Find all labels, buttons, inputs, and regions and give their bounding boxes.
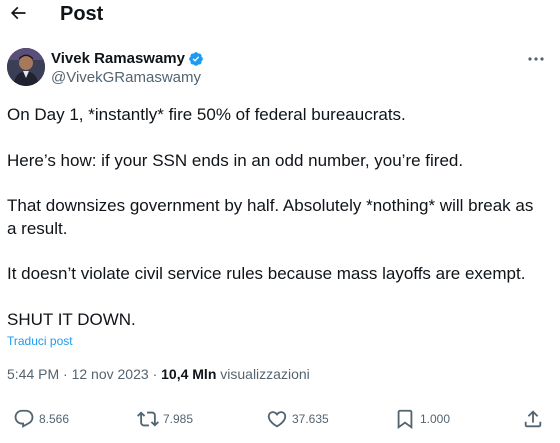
bookmark-icon [397, 409, 413, 430]
post-date[interactable]: 12 nov 2023 [72, 366, 149, 382]
like-count: 37.635 [292, 412, 329, 426]
author-handle[interactable]: @VivekGRamaswamy [51, 69, 201, 87]
reply-icon [14, 409, 34, 428]
more-options-icon[interactable] [525, 51, 547, 67]
post-paragraph: On Day 1, *instantly* fire 50% of federa… [7, 105, 406, 124]
repost-count: 7.985 [163, 412, 194, 426]
arrow-left-icon[interactable] [8, 3, 28, 23]
share-button[interactable] [522, 408, 544, 430]
meta-separator: · [63, 366, 68, 382]
views-label: visualizzazioni [220, 366, 310, 382]
post-author: Vivek Ramaswamy @VivekGRamaswamy [7, 48, 552, 92]
like-button[interactable]: 37.635 [266, 408, 329, 430]
author-display-name[interactable]: Vivek Ramaswamy [51, 50, 185, 68]
views-count: 10,4 Mln [161, 366, 217, 382]
post-paragraph: SHUT IT DOWN. [7, 310, 136, 329]
bookmark-count: 1.000 [420, 412, 451, 426]
heart-icon [267, 411, 287, 428]
post-paragraph: Here’s how: if your SSN ends in an odd n… [7, 151, 464, 170]
post-metadata: 5:44 PM · 12 nov 2023 · 10,4 Mln visuali… [7, 365, 310, 383]
repost-button[interactable]: 7.985 [137, 408, 193, 430]
verified-badge-icon [189, 52, 203, 66]
page-title: Post [60, 3, 104, 25]
reply-button[interactable]: 8.566 [13, 408, 69, 430]
repost-icon [137, 411, 159, 427]
share-icon [524, 410, 542, 428]
post-time[interactable]: 5:44 PM [7, 366, 59, 382]
meta-separator: · [152, 366, 158, 382]
translate-post-link[interactable]: Traduci post [7, 334, 73, 348]
name-row: Vivek Ramaswamy [51, 50, 204, 68]
bookmark-button[interactable]: 1.000 [394, 408, 450, 430]
avatar[interactable] [7, 48, 45, 86]
reply-count: 8.566 [39, 412, 70, 426]
post-actions-bar: 8.566 7.985 37.635 1.000 [0, 408, 560, 436]
post-paragraph: That downsizes government by half. Absol… [7, 196, 534, 238]
page-header: Post [0, 0, 560, 30]
post-paragraph: It doesn’t violate civil service rules b… [7, 264, 526, 283]
